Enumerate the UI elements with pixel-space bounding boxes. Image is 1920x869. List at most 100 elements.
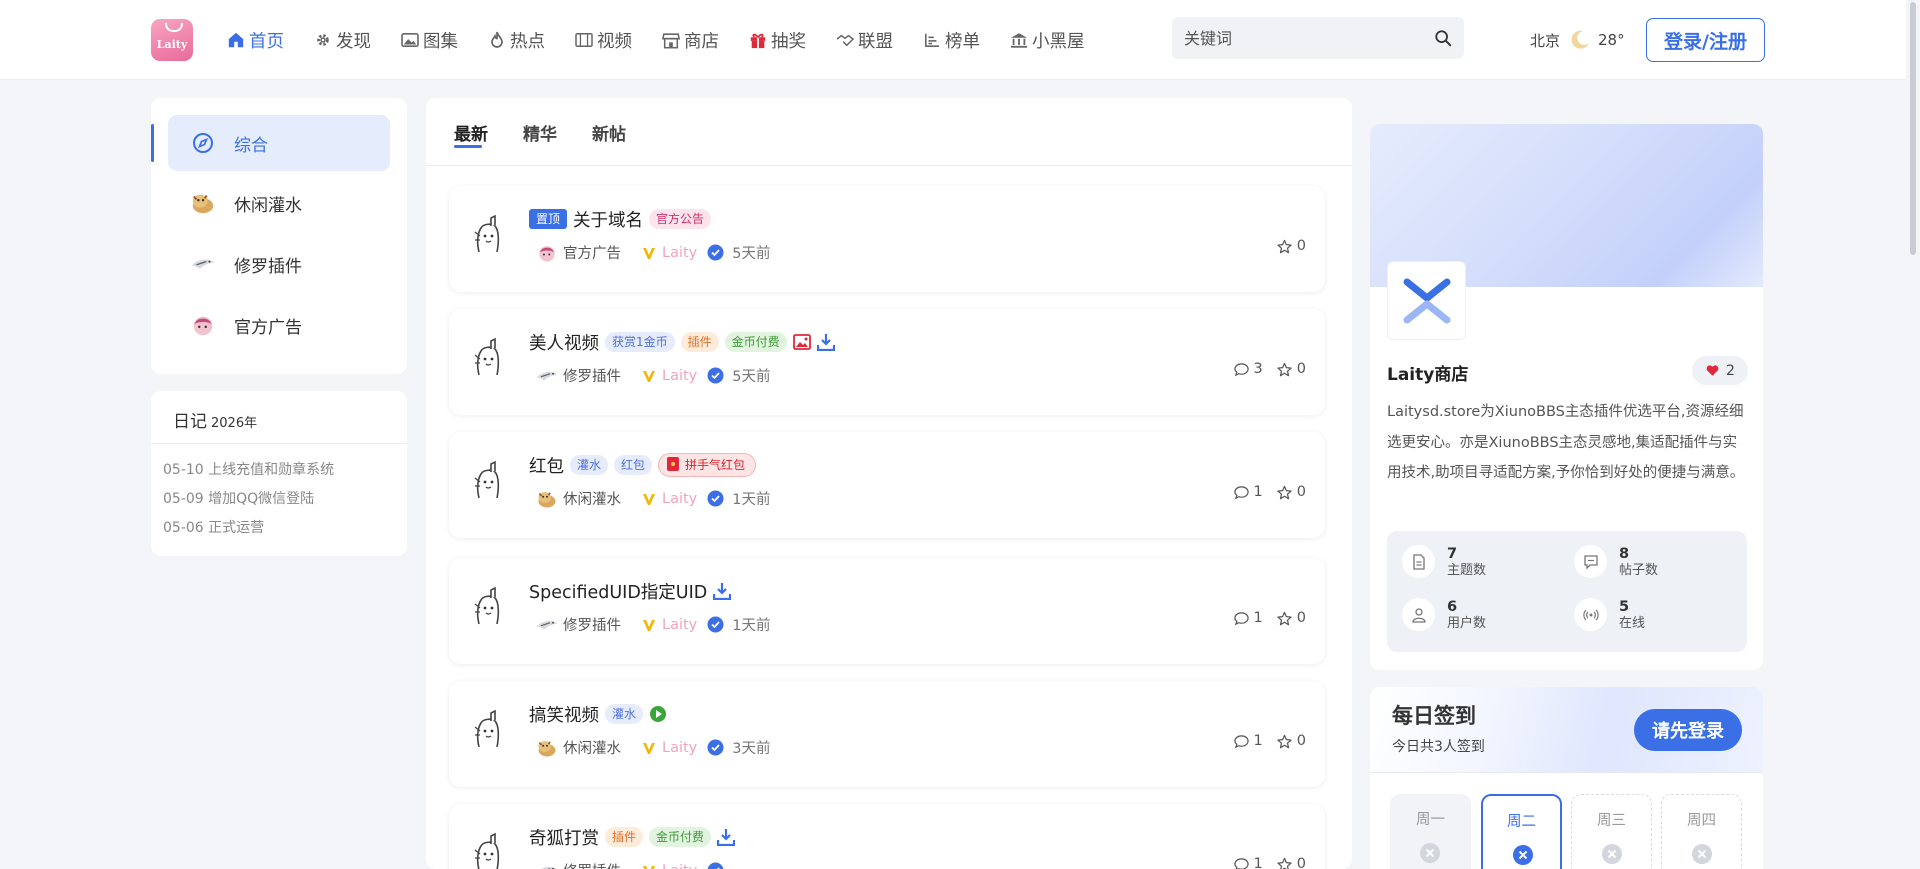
signal-icon: [1574, 598, 1607, 631]
star-count[interactable]: 0: [1277, 238, 1306, 254]
author-avatar[interactable]: [471, 709, 505, 749]
sidebar-item-1[interactable]: 休闲灌水: [168, 175, 390, 231]
author-avatar[interactable]: [471, 214, 505, 254]
post-meta: 休闲灌水 Laity 1天前: [535, 488, 771, 509]
nav-label: 榜单: [945, 31, 980, 52]
login-register-button[interactable]: 登录/注册: [1646, 18, 1765, 62]
post-tabs: 最新 精华 新帖: [426, 98, 1352, 166]
post-card[interactable]: SpecifiedUID指定UID 修罗插件 Laity 1天前 1 0: [449, 558, 1325, 664]
nav-label: 首页: [249, 31, 284, 52]
author-avatar[interactable]: [471, 586, 505, 626]
post-tag[interactable]: 插件: [605, 827, 644, 847]
post-tag[interactable]: 获赏1金币: [605, 332, 675, 352]
nav-item-3[interactable]: 热点: [487, 26, 545, 54]
nav-item-6[interactable]: 抽奖: [748, 26, 806, 54]
post-author[interactable]: Laity: [662, 245, 697, 261]
star-count[interactable]: 0: [1277, 484, 1306, 500]
post-title[interactable]: 红包: [529, 453, 564, 478]
nav-item-5[interactable]: 商店: [661, 26, 719, 54]
post-title[interactable]: 关于域名: [573, 207, 643, 232]
post-forum[interactable]: 修罗插件: [563, 860, 621, 869]
signin-login-button[interactable]: 请先登录: [1634, 709, 1742, 751]
post-tag[interactable]: 金币付费: [724, 332, 787, 352]
diary-header: 日记 2026年: [151, 391, 407, 444]
signin-day-label: 周二: [1507, 814, 1536, 830]
sidebar-item-2[interactable]: 修罗插件: [168, 236, 390, 292]
vip-icon: [641, 368, 657, 384]
nav-item-0[interactable]: 首页: [226, 26, 284, 54]
signin-day[interactable]: 周二: [1481, 794, 1562, 869]
vip-icon: [641, 491, 657, 507]
post-author[interactable]: Laity: [662, 740, 697, 756]
post-card[interactable]: 搞笑视频 灌水 休闲灌水 Laity 3天前 1 0: [449, 681, 1325, 787]
post-card[interactable]: 置顶 关于域名 官方公告 官方广告 Laity 5天前 0: [449, 186, 1325, 292]
verified-icon: [707, 244, 724, 261]
not-signed-icon: [1512, 844, 1534, 866]
star-count[interactable]: 0: [1277, 610, 1306, 626]
post-tag[interactable]: 金币付费: [649, 827, 712, 847]
post-card[interactable]: 奇狐打赏插件金币付费修罗插件Laity10: [449, 804, 1325, 869]
author-avatar[interactable]: [471, 832, 505, 869]
page-scrollbar[interactable]: [1906, 0, 1920, 869]
post-title[interactable]: 奇狐打赏: [529, 825, 599, 850]
tab-2[interactable]: 新帖: [592, 120, 626, 146]
star-icon: [1277, 485, 1292, 500]
tab-0[interactable]: 最新: [454, 120, 488, 148]
site-logo[interactable]: Laity: [151, 19, 193, 61]
post-tag[interactable]: 插件: [680, 332, 719, 352]
search-input[interactable]: [1184, 17, 1424, 59]
star-count[interactable]: 0: [1277, 361, 1306, 377]
nav-item-7[interactable]: 联盟: [835, 26, 893, 54]
star-count[interactable]: 0: [1277, 856, 1306, 869]
post-tag[interactable]: 红包: [614, 455, 653, 475]
signin-day[interactable]: 周三: [1571, 794, 1652, 869]
post-forum[interactable]: 修罗插件: [563, 614, 621, 635]
diary-entry[interactable]: 05-06 正式运营: [163, 514, 407, 543]
post-author[interactable]: Laity: [662, 617, 697, 633]
nav-item-1[interactable]: 发现: [313, 26, 371, 54]
nav-item-4[interactable]: 视频: [574, 26, 632, 54]
signin-day[interactable]: 周四: [1661, 794, 1742, 869]
shop-logo[interactable]: [1387, 261, 1466, 340]
diary-entry[interactable]: 05-09 增加QQ微信登陆: [163, 485, 407, 514]
like-button[interactable]: 2: [1692, 356, 1748, 385]
post-author[interactable]: Laity: [662, 368, 697, 384]
comment-count-value: 1: [1253, 484, 1263, 500]
sidebar-item-0[interactable]: 综合: [168, 115, 390, 171]
post-title[interactable]: 美人视频: [529, 330, 599, 355]
verified-icon: [707, 616, 724, 633]
post-tag[interactable]: 灌水: [605, 704, 644, 724]
comment-count: 1: [1233, 484, 1263, 500]
author-avatar[interactable]: [471, 337, 505, 377]
author-avatar[interactable]: [471, 460, 505, 500]
star-count[interactable]: 0: [1277, 733, 1306, 749]
post-title[interactable]: SpecifiedUID指定UID: [529, 579, 707, 604]
post-title[interactable]: 搞笑视频: [529, 702, 599, 727]
image-icon: [792, 333, 811, 351]
signin-day[interactable]: 周一: [1390, 794, 1471, 869]
post-forum[interactable]: 官方广告: [563, 242, 621, 263]
post-tag[interactable]: 灌水: [570, 455, 609, 475]
bird-icon: [190, 251, 216, 277]
vip-icon: [641, 245, 657, 261]
diary-entry[interactable]: 05-10 上线充值和勋章系统: [163, 456, 407, 485]
post-author[interactable]: Laity: [662, 863, 697, 869]
post-card[interactable]: 美人视频 获赏1金币 插件 金币付费 修罗插件 Laity 5天前 3 0: [449, 309, 1325, 415]
post-author[interactable]: Laity: [662, 491, 697, 507]
post-forum[interactable]: 休闲灌水: [563, 488, 621, 509]
post-forum[interactable]: 修罗插件: [563, 365, 621, 386]
search-icon[interactable]: [1434, 29, 1452, 47]
moon-icon: [1571, 30, 1590, 49]
scrollbar-thumb[interactable]: [1910, 2, 1916, 255]
post-tag[interactable]: 官方公告: [649, 209, 712, 229]
nav-item-9[interactable]: 小黑屋: [1009, 26, 1085, 54]
sidebar-item-3[interactable]: 官方广告: [168, 297, 390, 353]
nav-item-2[interactable]: 图集: [400, 26, 458, 54]
tab-1[interactable]: 精华: [523, 120, 557, 146]
dog-icon: [535, 738, 559, 758]
post-tag[interactable]: 拼手气红包: [658, 453, 757, 477]
post-card[interactable]: 红包 灌水 红包 拼手气红包 休闲灌水 Laity 1天前 1 0: [449, 432, 1325, 538]
post-forum[interactable]: 休闲灌水: [563, 737, 621, 758]
sidebar-item-label: 修罗插件: [234, 256, 302, 277]
nav-item-8[interactable]: 榜单: [922, 26, 980, 54]
